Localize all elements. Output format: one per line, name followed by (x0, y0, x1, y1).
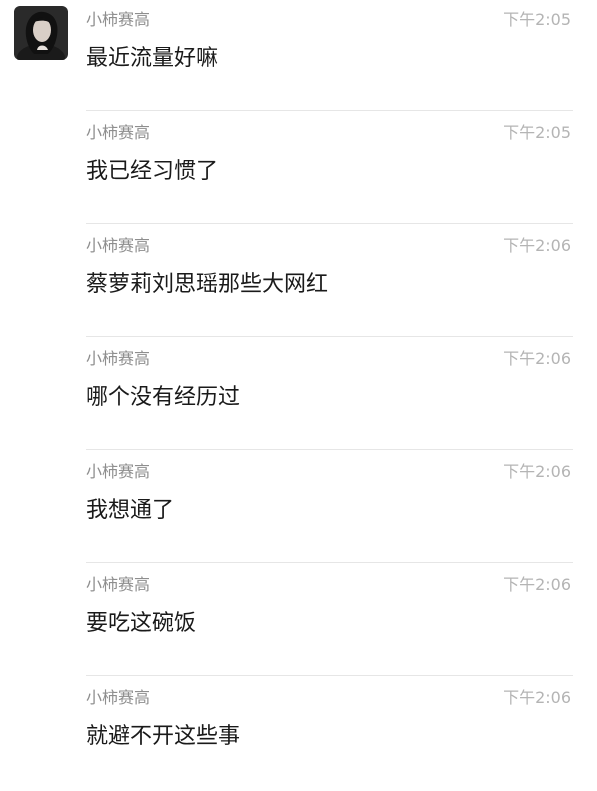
divider (86, 675, 573, 676)
sender-name: 小柿赛高 (86, 688, 151, 707)
message-time: 下午2:06 (503, 236, 571, 255)
divider (86, 562, 573, 563)
message-row[interactable]: 小柿赛高 下午2:05 最近流量好嘛 (0, 0, 597, 113)
message-text[interactable]: 蔡萝莉刘思瑶那些大网红 (86, 271, 328, 299)
message-time: 下午2:06 (503, 688, 571, 707)
divider (86, 223, 573, 224)
message-row[interactable]: 小柿赛高 下午2:06 哪个没有经历过 (0, 339, 597, 452)
message-text[interactable]: 最近流量好嘛 (86, 45, 218, 73)
message-text[interactable]: 我想通了 (86, 497, 174, 525)
sender-name: 小柿赛高 (86, 10, 151, 29)
divider (86, 449, 573, 450)
sender-name: 小柿赛高 (86, 349, 151, 368)
message-text[interactable]: 哪个没有经历过 (86, 384, 240, 412)
message-time: 下午2:06 (503, 575, 571, 594)
message-row[interactable]: 小柿赛高 下午2:06 蔡萝莉刘思瑶那些大网红 (0, 226, 597, 339)
message-time: 下午2:06 (503, 349, 571, 368)
message-text[interactable]: 就避不开这些事 (86, 723, 240, 751)
sender-name: 小柿赛高 (86, 575, 151, 594)
message-time: 下午2:05 (503, 123, 571, 142)
divider (86, 336, 573, 337)
message-text[interactable]: 我已经习惯了 (86, 158, 218, 186)
message-time: 下午2:05 (503, 10, 571, 29)
message-time: 下午2:06 (503, 462, 571, 481)
message-row[interactable]: 小柿赛高 下午2:05 我已经习惯了 (0, 113, 597, 226)
chat-history: 小柿赛高 下午2:05 最近流量好嘛 小柿赛高 下午2:05 我已经习惯了 小柿… (0, 0, 597, 779)
divider (86, 110, 573, 111)
message-row[interactable]: 小柿赛高 下午2:06 我想通了 (0, 452, 597, 565)
sender-name: 小柿赛高 (86, 123, 151, 142)
sender-name: 小柿赛高 (86, 236, 151, 255)
sender-name: 小柿赛高 (86, 462, 151, 481)
message-row[interactable]: 小柿赛高 下午2:06 就避不开这些事 (0, 678, 597, 791)
message-text[interactable]: 要吃这碗饭 (86, 610, 196, 638)
message-row[interactable]: 小柿赛高 下午2:06 要吃这碗饭 (0, 565, 597, 678)
